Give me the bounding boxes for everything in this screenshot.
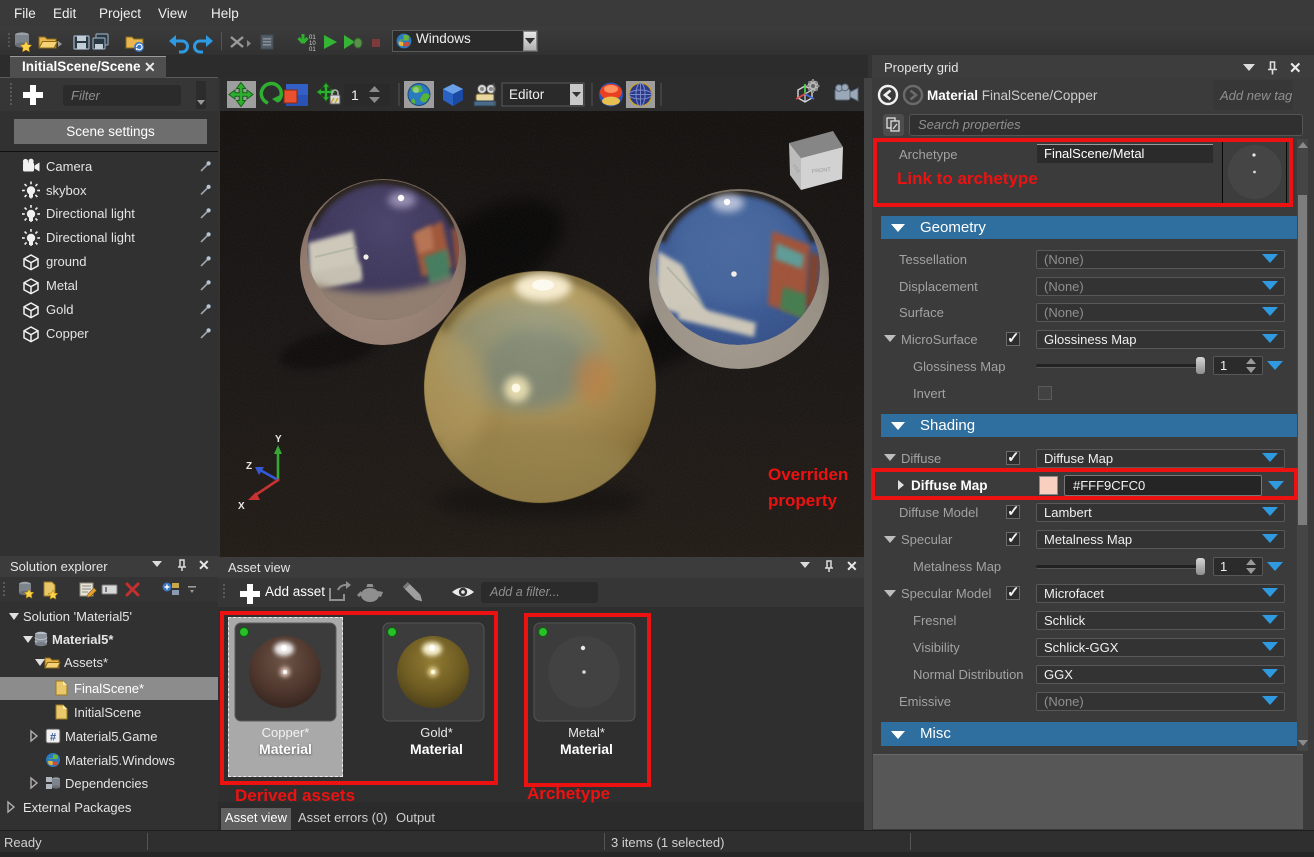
svg-text:Editor: Editor [509, 87, 545, 102]
svg-text:1: 1 [351, 87, 359, 103]
svg-text:X: X [238, 501, 245, 512]
svg-text:Z: Z [246, 461, 252, 472]
svg-text:01: 01 [309, 47, 316, 53]
svg-text:Y: Y [275, 434, 282, 445]
